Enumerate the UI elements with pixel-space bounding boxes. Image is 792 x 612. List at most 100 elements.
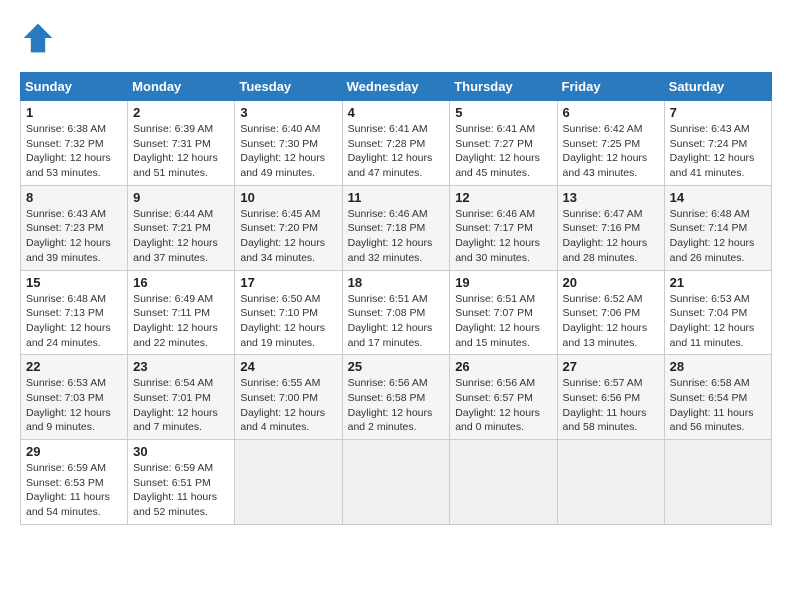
calendar-cell: 3 Sunrise: 6:40 AMSunset: 7:30 PMDayligh…: [235, 101, 342, 186]
day-info: Sunrise: 6:53 AMSunset: 7:03 PMDaylight:…: [26, 377, 111, 433]
calendar-cell: 15 Sunrise: 6:48 AMSunset: 7:13 PMDaylig…: [21, 270, 128, 355]
calendar-cell: 22 Sunrise: 6:53 AMSunset: 7:03 PMDaylig…: [21, 355, 128, 440]
calendar-cell: 16 Sunrise: 6:49 AMSunset: 7:11 PMDaylig…: [128, 270, 235, 355]
calendar-cell: 26 Sunrise: 6:56 AMSunset: 6:57 PMDaylig…: [450, 355, 557, 440]
day-info: Sunrise: 6:41 AMSunset: 7:27 PMDaylight:…: [455, 123, 540, 179]
day-info: Sunrise: 6:52 AMSunset: 7:06 PMDaylight:…: [563, 293, 648, 349]
calendar-cell: 23 Sunrise: 6:54 AMSunset: 7:01 PMDaylig…: [128, 355, 235, 440]
calendar-cell: [664, 440, 771, 525]
day-number: 20: [563, 275, 659, 290]
weekday-header-tuesday: Tuesday: [235, 73, 342, 101]
day-number: 27: [563, 359, 659, 374]
day-number: 1: [26, 105, 122, 120]
calendar-cell: 8 Sunrise: 6:43 AMSunset: 7:23 PMDayligh…: [21, 185, 128, 270]
calendar-cell: 11 Sunrise: 6:46 AMSunset: 7:18 PMDaylig…: [342, 185, 450, 270]
day-info: Sunrise: 6:53 AMSunset: 7:04 PMDaylight:…: [670, 293, 755, 349]
day-number: 4: [348, 105, 445, 120]
day-number: 6: [563, 105, 659, 120]
day-number: 17: [240, 275, 336, 290]
calendar-cell: 14 Sunrise: 6:48 AMSunset: 7:14 PMDaylig…: [664, 185, 771, 270]
logo-icon: [20, 20, 56, 56]
day-info: Sunrise: 6:40 AMSunset: 7:30 PMDaylight:…: [240, 123, 325, 179]
day-number: 11: [348, 190, 445, 205]
calendar-week-5: 29 Sunrise: 6:59 AMSunset: 6:53 PMDaylig…: [21, 440, 772, 525]
day-info: Sunrise: 6:43 AMSunset: 7:23 PMDaylight:…: [26, 208, 111, 264]
day-number: 26: [455, 359, 551, 374]
weekday-header-friday: Friday: [557, 73, 664, 101]
day-number: 7: [670, 105, 766, 120]
day-number: 21: [670, 275, 766, 290]
weekday-header-wednesday: Wednesday: [342, 73, 450, 101]
day-number: 28: [670, 359, 766, 374]
day-number: 16: [133, 275, 229, 290]
calendar-cell: 12 Sunrise: 6:46 AMSunset: 7:17 PMDaylig…: [450, 185, 557, 270]
calendar-week-4: 22 Sunrise: 6:53 AMSunset: 7:03 PMDaylig…: [21, 355, 772, 440]
day-info: Sunrise: 6:50 AMSunset: 7:10 PMDaylight:…: [240, 293, 325, 349]
calendar-cell: 27 Sunrise: 6:57 AMSunset: 6:56 PMDaylig…: [557, 355, 664, 440]
day-number: 2: [133, 105, 229, 120]
day-number: 9: [133, 190, 229, 205]
calendar-cell: 1 Sunrise: 6:38 AMSunset: 7:32 PMDayligh…: [21, 101, 128, 186]
calendar-cell: [557, 440, 664, 525]
calendar-cell: 28 Sunrise: 6:58 AMSunset: 6:54 PMDaylig…: [664, 355, 771, 440]
calendar-cell: 10 Sunrise: 6:45 AMSunset: 7:20 PMDaylig…: [235, 185, 342, 270]
weekday-header-monday: Monday: [128, 73, 235, 101]
calendar-cell: 7 Sunrise: 6:43 AMSunset: 7:24 PMDayligh…: [664, 101, 771, 186]
day-number: 23: [133, 359, 229, 374]
day-number: 10: [240, 190, 336, 205]
calendar-cell: [235, 440, 342, 525]
weekday-header-saturday: Saturday: [664, 73, 771, 101]
day-info: Sunrise: 6:54 AMSunset: 7:01 PMDaylight:…: [133, 377, 218, 433]
weekday-header-sunday: Sunday: [21, 73, 128, 101]
day-info: Sunrise: 6:49 AMSunset: 7:11 PMDaylight:…: [133, 293, 218, 349]
day-info: Sunrise: 6:51 AMSunset: 7:08 PMDaylight:…: [348, 293, 433, 349]
day-number: 12: [455, 190, 551, 205]
day-info: Sunrise: 6:38 AMSunset: 7:32 PMDaylight:…: [26, 123, 111, 179]
day-info: Sunrise: 6:56 AMSunset: 6:57 PMDaylight:…: [455, 377, 540, 433]
calendar-cell: 30 Sunrise: 6:59 AMSunset: 6:51 PMDaylig…: [128, 440, 235, 525]
day-info: Sunrise: 6:47 AMSunset: 7:16 PMDaylight:…: [563, 208, 648, 264]
day-number: 30: [133, 444, 229, 459]
day-info: Sunrise: 6:56 AMSunset: 6:58 PMDaylight:…: [348, 377, 433, 433]
calendar-cell: [342, 440, 450, 525]
logo: [20, 20, 62, 56]
day-info: Sunrise: 6:46 AMSunset: 7:18 PMDaylight:…: [348, 208, 433, 264]
day-info: Sunrise: 6:48 AMSunset: 7:13 PMDaylight:…: [26, 293, 111, 349]
day-info: Sunrise: 6:57 AMSunset: 6:56 PMDaylight:…: [563, 377, 647, 433]
day-info: Sunrise: 6:48 AMSunset: 7:14 PMDaylight:…: [670, 208, 755, 264]
day-info: Sunrise: 6:46 AMSunset: 7:17 PMDaylight:…: [455, 208, 540, 264]
calendar-cell: 4 Sunrise: 6:41 AMSunset: 7:28 PMDayligh…: [342, 101, 450, 186]
calendar-cell: 2 Sunrise: 6:39 AMSunset: 7:31 PMDayligh…: [128, 101, 235, 186]
calendar-cell: 25 Sunrise: 6:56 AMSunset: 6:58 PMDaylig…: [342, 355, 450, 440]
day-info: Sunrise: 6:42 AMSunset: 7:25 PMDaylight:…: [563, 123, 648, 179]
calendar-cell: 18 Sunrise: 6:51 AMSunset: 7:08 PMDaylig…: [342, 270, 450, 355]
day-info: Sunrise: 6:39 AMSunset: 7:31 PMDaylight:…: [133, 123, 218, 179]
page-header: [20, 20, 772, 56]
day-info: Sunrise: 6:51 AMSunset: 7:07 PMDaylight:…: [455, 293, 540, 349]
day-info: Sunrise: 6:44 AMSunset: 7:21 PMDaylight:…: [133, 208, 218, 264]
day-info: Sunrise: 6:55 AMSunset: 7:00 PMDaylight:…: [240, 377, 325, 433]
day-number: 22: [26, 359, 122, 374]
day-number: 25: [348, 359, 445, 374]
calendar-cell: [450, 440, 557, 525]
calendar-cell: 9 Sunrise: 6:44 AMSunset: 7:21 PMDayligh…: [128, 185, 235, 270]
day-number: 29: [26, 444, 122, 459]
weekday-header-row: SundayMondayTuesdayWednesdayThursdayFrid…: [21, 73, 772, 101]
calendar-week-2: 8 Sunrise: 6:43 AMSunset: 7:23 PMDayligh…: [21, 185, 772, 270]
calendar-cell: 20 Sunrise: 6:52 AMSunset: 7:06 PMDaylig…: [557, 270, 664, 355]
day-number: 14: [670, 190, 766, 205]
calendar-cell: 6 Sunrise: 6:42 AMSunset: 7:25 PMDayligh…: [557, 101, 664, 186]
day-number: 5: [455, 105, 551, 120]
day-number: 18: [348, 275, 445, 290]
calendar-cell: 24 Sunrise: 6:55 AMSunset: 7:00 PMDaylig…: [235, 355, 342, 440]
weekday-header-thursday: Thursday: [450, 73, 557, 101]
calendar-week-1: 1 Sunrise: 6:38 AMSunset: 7:32 PMDayligh…: [21, 101, 772, 186]
calendar-cell: 5 Sunrise: 6:41 AMSunset: 7:27 PMDayligh…: [450, 101, 557, 186]
day-info: Sunrise: 6:41 AMSunset: 7:28 PMDaylight:…: [348, 123, 433, 179]
day-info: Sunrise: 6:59 AMSunset: 6:53 PMDaylight:…: [26, 462, 110, 518]
calendar-cell: 29 Sunrise: 6:59 AMSunset: 6:53 PMDaylig…: [21, 440, 128, 525]
day-number: 19: [455, 275, 551, 290]
calendar-cell: 13 Sunrise: 6:47 AMSunset: 7:16 PMDaylig…: [557, 185, 664, 270]
calendar-cell: 17 Sunrise: 6:50 AMSunset: 7:10 PMDaylig…: [235, 270, 342, 355]
day-number: 8: [26, 190, 122, 205]
